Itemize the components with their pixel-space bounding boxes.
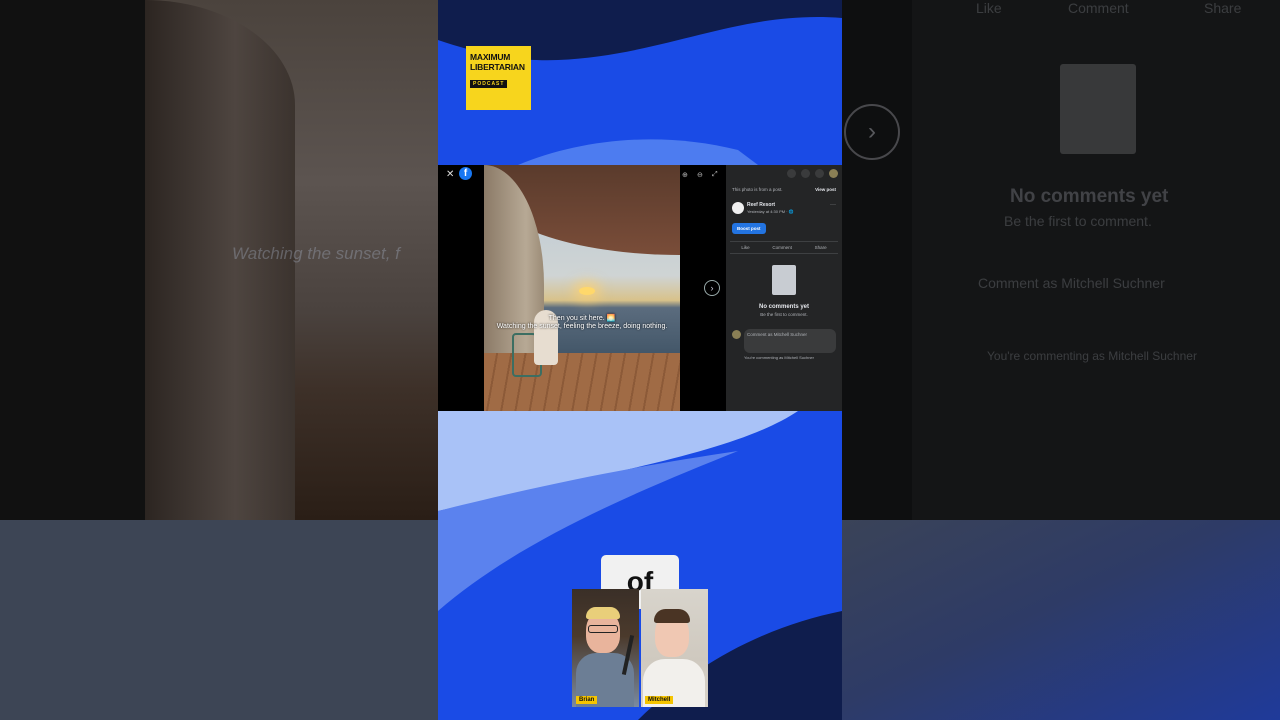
commenter-avatar [732,330,741,339]
video-frame: Watching the sunset, f Like Comment Shar… [0,0,1280,720]
commenting-as-notice: You're commenting as Mitchell Suchner [744,355,814,360]
webcam-strip: Brian Mitchell [572,589,708,707]
page-avatar[interactable] [732,202,744,214]
like-button[interactable]: Like [741,245,749,250]
profile-avatar-icon[interactable] [829,169,838,178]
post-photo: Then you sit here. 🌅 Watching the sunset… [484,165,680,411]
fullscreen-icon[interactable]: ⤢ [712,171,718,179]
host-1-glasses [588,625,618,633]
blurred-share: Share [1204,0,1242,16]
blurred-like: Like [976,0,1002,16]
facebook-photo-viewer: ✕ f Then you sit here. 🌅 Watching the su… [438,165,842,411]
blurred-commenting-as: You're commenting as Mitchell Suchner [987,349,1197,363]
zoom-in-icon[interactable]: ⊕ [682,171,688,179]
boost-post-button[interactable]: Boost post [732,223,766,234]
facebook-post-panel: This photo is from a post. View post Ree… [726,165,842,411]
blurred-backdrop-left: Watching the sunset, f [0,0,438,720]
host-2-hair [654,609,690,623]
main-video-column: MAXIMUM LIBERTARIAN PODCAST ✕ f Then you… [438,0,842,720]
blurred-comment: Comment [1068,0,1129,16]
podcast-logo: MAXIMUM LIBERTARIAN PODCAST [466,46,531,110]
view-post-link[interactable]: View post [815,187,836,192]
messenger-icon[interactable] [801,169,810,178]
blurred-be-first: Be the first to comment. [1004,213,1152,229]
menu-grid-icon[interactable] [787,169,796,178]
no-comments-title: No comments yet [758,304,809,310]
comment-button[interactable]: Comment [772,245,792,250]
notifications-icon[interactable] [815,169,824,178]
blurred-next-icon: › [844,104,900,160]
zoom-out-icon[interactable]: ⊖ [697,171,703,179]
chevron-right-icon[interactable]: › [704,280,720,296]
post-time[interactable]: Yesterday at 4:30 PM · 🌐 [747,209,794,214]
blurred-lower-strip [842,520,1280,720]
post-actions-bar: Like Comment Share [730,241,838,254]
blurred-comment-placeholder: Comment as Mitchell Suchner [978,275,1165,291]
photo-caption-line-2: Watching the sunset, feeling the breeze,… [496,323,668,330]
be-first-text: Be the first to comment. [760,312,808,317]
comment-placeholder: Comment as Mitchell Suchner [747,332,808,337]
photo-caption-line-1: Then you sit here. 🌅 [548,315,616,322]
share-button[interactable]: Share [815,245,827,250]
document-icon [772,265,796,295]
facebook-logo-icon[interactable]: f [459,167,472,180]
blurred-lower-strip [0,520,438,720]
blurred-document-icon [1060,64,1136,154]
blurred-caption: Watching the sunset, f [232,244,400,263]
close-icon[interactable]: ✕ [446,169,454,180]
host-1-hair [586,607,620,619]
host-1-name-badge: Brian [576,696,598,704]
host-2-name-badge: Mitchell [645,696,674,704]
top-bar-icons [787,169,838,178]
logo-line-1: MAXIMUM [470,52,511,62]
logo-line-3: PODCAST [470,80,508,88]
logo-line-2: LIBERTARIAN [470,62,525,72]
blurred-backdrop-right: Like Comment Share › No comments yet Be … [842,0,1280,720]
post-notice: This photo is from a post. [732,187,783,192]
webcam-host-1: Brian [572,589,639,707]
blurred-no-comments: No comments yet [1010,186,1169,207]
page-name[interactable]: Reef Resort [747,202,775,208]
sun [579,287,595,295]
more-options-icon[interactable]: ··· [830,202,836,208]
webcam-host-2: Mitchell [641,589,708,707]
